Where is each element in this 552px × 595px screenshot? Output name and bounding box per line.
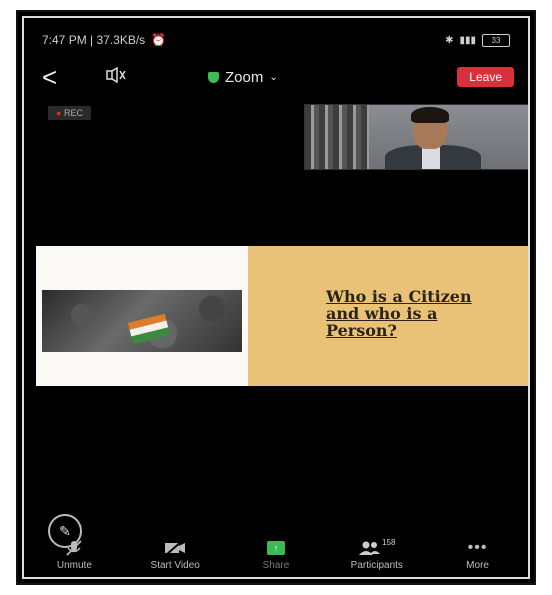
shield-icon (208, 71, 219, 83)
status-time: 7:47 PM | 37.3KB/s (42, 33, 146, 47)
unmute-label: Unmute (56, 560, 92, 571)
back-icon[interactable]: < (42, 64, 72, 90)
slide-image-panel (36, 246, 248, 386)
status-bar: 7:47 PM | 37.3KB/s ⏰ ✱ ▮▮▮ 33 (42, 32, 510, 48)
start-video-label: Start Video (150, 560, 200, 571)
phone-frame: 7:47 PM | 37.3KB/s ⏰ ✱ ▮▮▮ 33 < Zoom ⌄ L… (16, 10, 536, 585)
meeting-toolbar: Unmute Start Video ↑ Share 158 Participa… (24, 533, 528, 577)
signal-icon: ▮▮▮ (459, 34, 476, 46)
alarm-icon: ⏰ (151, 33, 167, 47)
unmute-button[interactable]: Unmute (34, 539, 114, 571)
crowd-photo (42, 290, 242, 352)
participant-video-thumbnail[interactable] (304, 104, 528, 170)
slide-title: Who is a Citizen and who is a Person? (326, 287, 472, 340)
recording-badge: ● REC (48, 106, 91, 120)
more-button[interactable]: ••• More (438, 539, 518, 571)
flag-image (127, 313, 171, 345)
share-screen-icon: ↑ (266, 541, 285, 555)
participants-button[interactable]: 158 Participants (337, 537, 417, 572)
video-person-hair (411, 107, 449, 123)
more-label: More (466, 560, 489, 571)
more-dots-icon: ••• (467, 539, 488, 556)
battery-icon: 33 (482, 33, 510, 47)
meeting-title: Zoom (225, 68, 264, 86)
meeting-top-bar: < Zoom ⌄ Leave (42, 64, 514, 90)
speaker-icon[interactable] (106, 66, 128, 88)
share-label: Share (262, 560, 290, 571)
rec-label: REC (63, 108, 83, 118)
participants-label: Participants (350, 560, 403, 571)
leave-button[interactable]: Leave (457, 67, 514, 87)
status-icons: ✱ ▮▮▮ 33 (445, 33, 510, 47)
participants-icon (359, 541, 381, 555)
slide-text-panel: Who is a Citizen and who is a Person? (248, 246, 528, 386)
share-button[interactable]: ↑ Share (236, 539, 316, 571)
shared-slide: Who is a Citizen and who is a Person? (36, 246, 528, 386)
video-background-shelf (305, 105, 369, 169)
participants-count: 158 (382, 537, 396, 547)
start-video-button[interactable]: Start Video (135, 539, 215, 571)
chevron-down-icon: ⌄ (269, 71, 278, 83)
microphone-muted-icon (65, 539, 83, 557)
video-off-icon (164, 539, 186, 557)
zoom-screen: 7:47 PM | 37.3KB/s ⏰ ✱ ▮▮▮ 33 < Zoom ⌄ L… (22, 16, 530, 579)
bluetooth-icon: ✱ (445, 34, 454, 46)
record-dot-icon: ● (56, 108, 62, 118)
meeting-title-dropdown[interactable]: Zoom ⌄ (208, 69, 278, 86)
